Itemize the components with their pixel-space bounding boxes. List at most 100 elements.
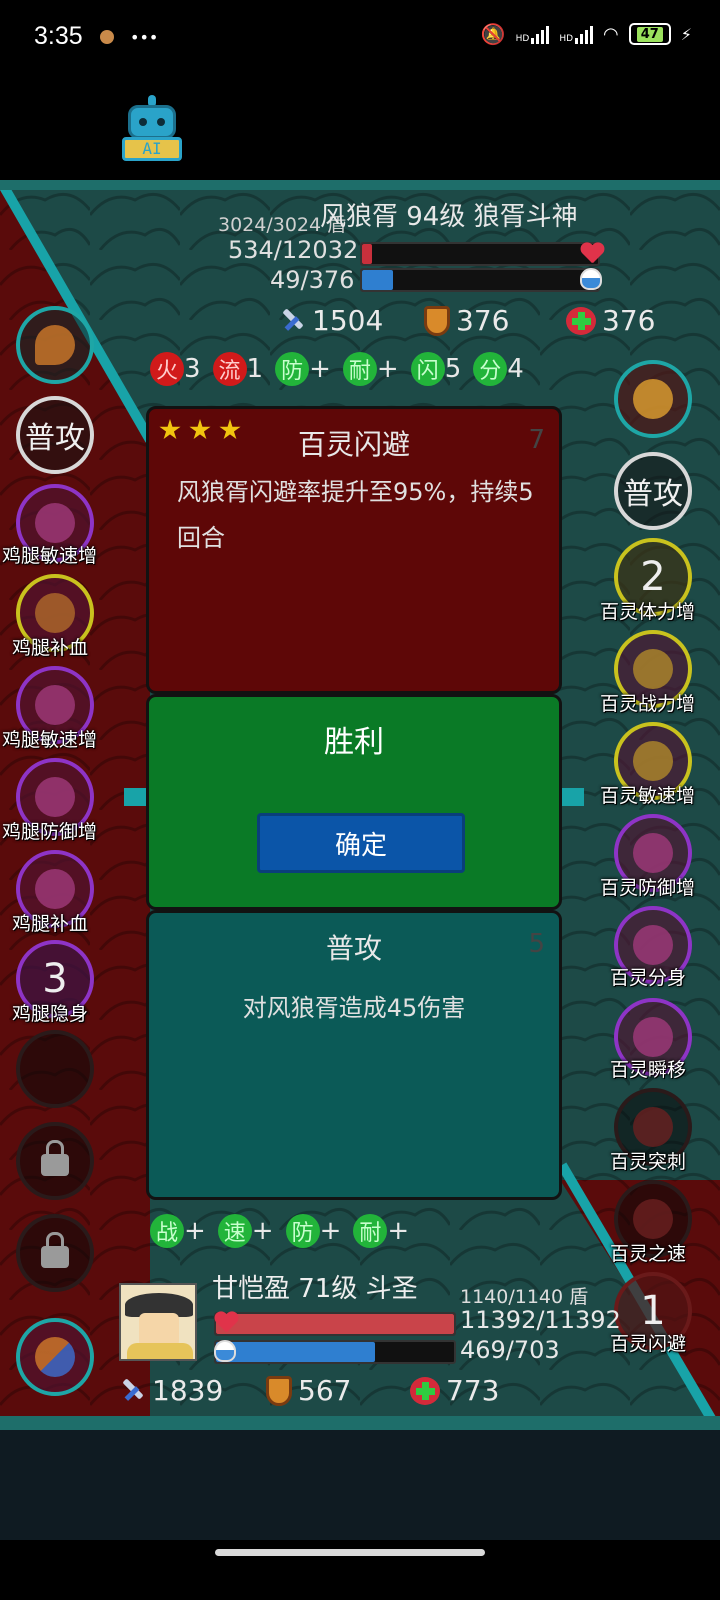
right-skill-3-caption: 百灵敏速增 (600, 785, 696, 807)
charging-icon: ⚡ (680, 24, 692, 44)
heal-plus-icon (35, 593, 75, 633)
player-card-title: 普攻 (325, 932, 382, 965)
buff-item: 耐 + (342, 352, 399, 386)
left-locked-slot-1[interactable] (16, 1122, 94, 1200)
right-normal-attack-skill[interactable]: 普攻 (614, 452, 692, 530)
home-gesture-handle[interactable] (215, 1549, 485, 1556)
buff-item: 闪5 (410, 352, 462, 386)
right-skill-6-caption: 百灵瞬移 (610, 1059, 687, 1081)
left-skill-5-caption: 鸡腿补血 (12, 913, 89, 935)
player-mp-bar (214, 1340, 456, 1364)
arena-footer (0, 1430, 720, 1540)
right-skill-7-caption: 百灵突刺 (610, 1151, 687, 1173)
enemy-heal: 376 (566, 304, 655, 337)
right-skill-1-caption: 百灵体力增 (600, 601, 696, 623)
buff-badge: 流 (212, 352, 247, 386)
enemy-buff-row: 火 3 流 1 防 + 耐 + 闪 5 分 4 (150, 352, 524, 386)
player-skill-card: 普攻 5 对风狼胥造成45伤害 (146, 910, 562, 1200)
mute-bell-icon: 🔕 (480, 22, 506, 46)
enemy-skill-card: 百灵闪避 7 风狼胥闪避率提升至95%，持续5回合 (146, 406, 562, 694)
more-dots: ••• (130, 28, 159, 47)
shield-icon (266, 1375, 292, 1406)
enemy-mp-fill (362, 270, 393, 290)
player-name: 甘恺盈 71级 斗圣 (212, 1274, 418, 1304)
player-hp-text: 11392/11392 (460, 1306, 621, 1334)
lock-icon (41, 1140, 69, 1176)
left-skill-2-caption: 鸡腿补血 (12, 637, 89, 659)
buff-badge: 耐 (342, 352, 377, 386)
player-pet-skill[interactable] (16, 1318, 94, 1396)
status-time: 3:35 (34, 22, 83, 50)
buff-badge: 火 (150, 352, 184, 386)
left-locked-slot-2[interactable] (16, 1214, 94, 1292)
buff-value: 3 (184, 354, 201, 384)
left-normal-attack-skill[interactable]: 普攻 (16, 396, 94, 474)
left-skill-3-caption: 鸡腿敏速增 (2, 729, 98, 751)
player-defense-value: 567 (298, 1374, 352, 1407)
sword-icon (118, 1377, 146, 1405)
buff-value: + (251, 1216, 274, 1246)
player-attack-value: 1839 (152, 1374, 224, 1407)
signal-icon-2: HD (559, 24, 594, 44)
top-bar (0, 80, 720, 180)
drumstick-icon (35, 777, 75, 817)
cooldown-number: 2 (640, 554, 666, 600)
speed-boot-icon (633, 741, 673, 781)
enemy-card-title: 百灵闪避 (297, 428, 410, 461)
app-notification-icon (100, 30, 114, 44)
bird-icon (633, 379, 673, 419)
buff-badge: 防 (285, 1214, 320, 1248)
buff-value: + (376, 354, 399, 384)
mana-flask-icon (580, 268, 602, 290)
player-card-count: 5 (528, 929, 545, 959)
cooldown-number: 1 (640, 1288, 666, 1334)
drumstick-icon (35, 325, 75, 365)
left-skill-4-caption: 鸡腿防御增 (2, 821, 98, 843)
right-skill-5-caption: 百灵分身 (610, 967, 687, 989)
drumstick-avatar-skill[interactable] (16, 306, 94, 384)
bird-icon (633, 1199, 673, 1239)
right-skill-4-caption: 百灵防御增 (600, 877, 696, 899)
enemy-hp-text: 534/12032 (228, 236, 359, 264)
player-buff-row: 战 + 速 + 防 + 耐 + (150, 1214, 409, 1248)
buff-value: + (387, 1216, 410, 1246)
buff-value: + (309, 354, 331, 384)
enemy-heal-value: 376 (602, 304, 656, 337)
player-hp-bar (214, 1312, 456, 1336)
player-heal-value: 773 (446, 1374, 500, 1407)
buff-badge: 分 (473, 352, 508, 386)
player-mp-fill (216, 1342, 375, 1362)
bird-avatar-skill[interactable] (614, 360, 692, 438)
enemy-hp-bar (360, 242, 600, 266)
ai-label: AI (122, 137, 182, 161)
buff-value: + (319, 1216, 342, 1246)
sword-icon (278, 307, 306, 335)
heal-cross-icon (410, 1376, 440, 1405)
ai-button[interactable]: AI (120, 95, 184, 165)
shield-icon (424, 305, 450, 336)
enemy-card-count: 7 (528, 425, 545, 455)
drumstick-icon (35, 869, 75, 909)
left-empty-slot[interactable] (16, 1030, 94, 1108)
right-normal-attack-label: 普攻 (623, 477, 683, 512)
signal-icon: HD (516, 24, 550, 44)
buff-value: 5 (444, 354, 462, 384)
enemy-name: 风狼胥 94级 狼胥斗神 (320, 202, 578, 232)
confirm-button[interactable]: 确定 (257, 813, 465, 873)
robot-icon (128, 105, 176, 139)
heart-icon (580, 243, 604, 265)
buff-badge: 战 (150, 1214, 184, 1248)
right-skill-2-caption: 百灵战力增 (600, 693, 696, 715)
buff-badge: 防 (275, 352, 310, 386)
buff-item: 防 + (285, 1214, 342, 1248)
buff-value: 1 (246, 354, 264, 384)
enemy-mp-text: 49/376 (270, 266, 355, 294)
player-avatar[interactable] (119, 1283, 197, 1361)
wifi-icon: ◠ (603, 23, 619, 45)
left-skill-1-caption: 鸡腿敏速增 (2, 545, 98, 567)
player-attack: 1839 (118, 1374, 223, 1407)
buff-item: 耐 + (353, 1214, 409, 1248)
enemy-mp-bar (360, 268, 600, 292)
buff-badge: 闪 (410, 352, 445, 386)
player-hp-fill (216, 1314, 454, 1334)
